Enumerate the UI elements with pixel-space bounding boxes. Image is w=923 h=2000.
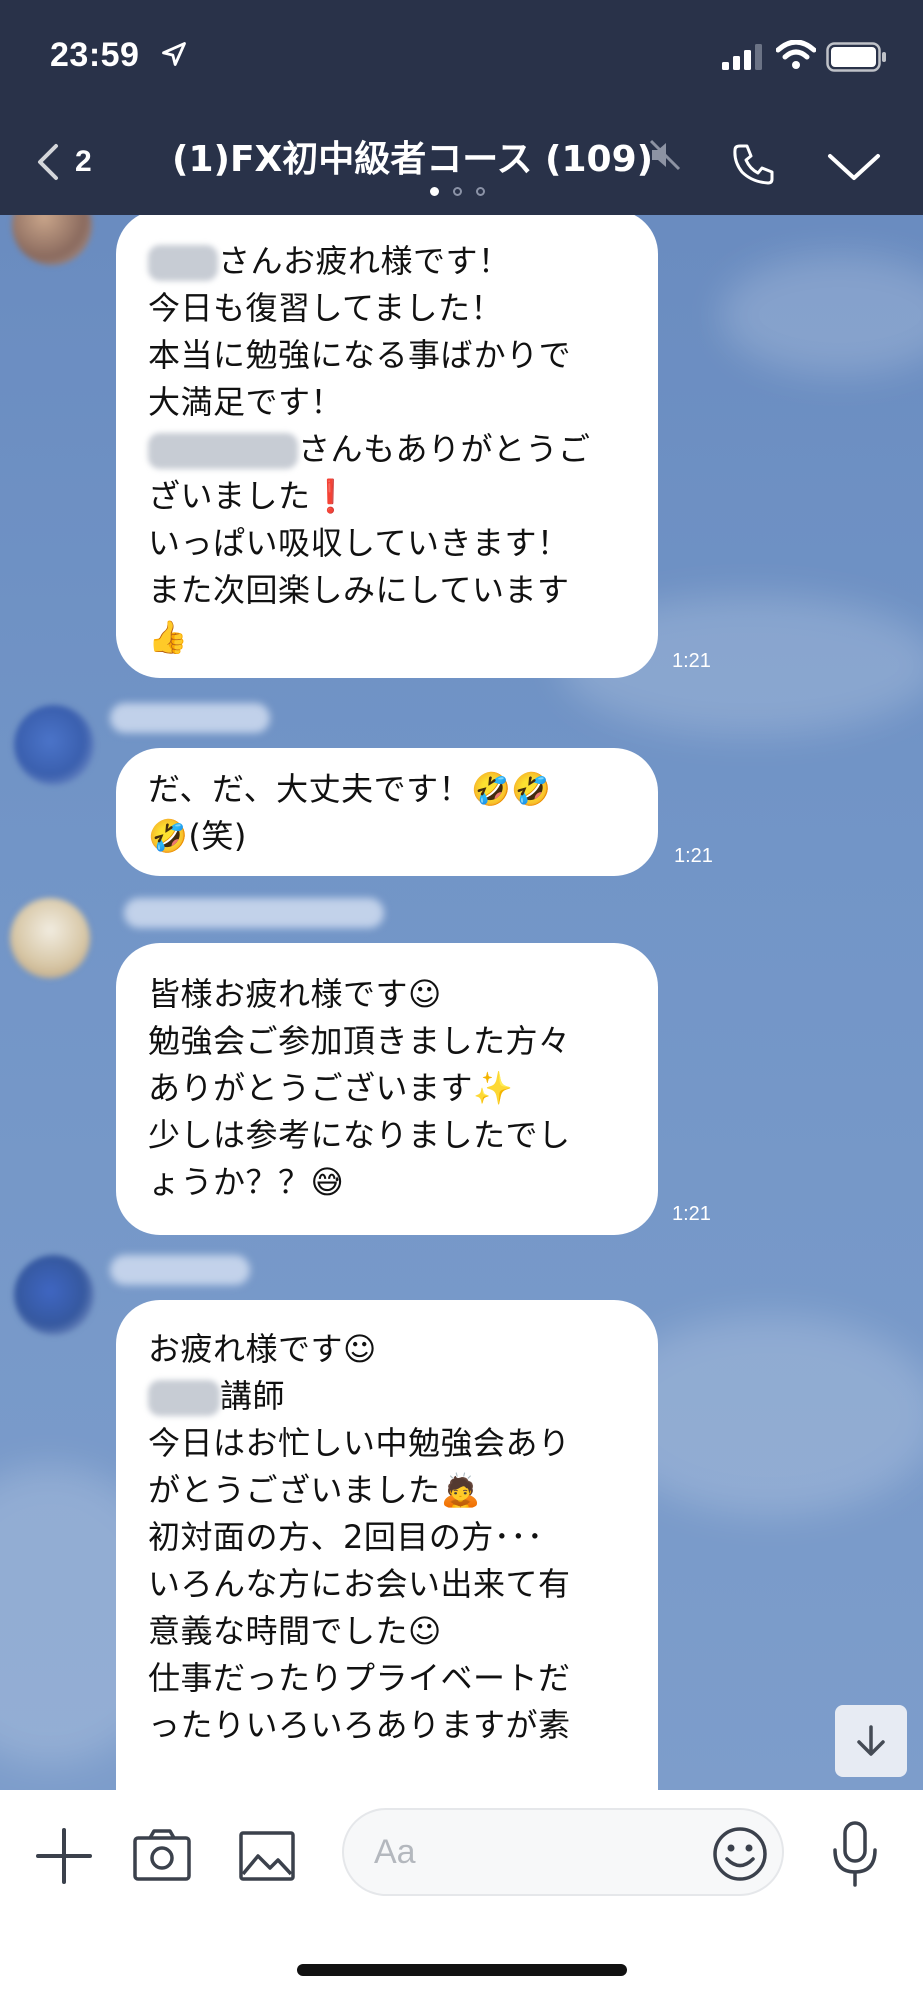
avatar[interactable] [14,1255,94,1335]
blurred-name [148,1380,220,1416]
message-line: だ、だ、大丈夫です！🤣🤣 [148,770,552,808]
page-dot [453,187,462,196]
page-dot-active [430,187,439,196]
location-arrow-icon [162,42,186,66]
message-line: また次回楽しみにしています [148,571,570,609]
message-line: 初対面の方、2回目の方･･･ [148,1518,544,1556]
chevron-down-icon[interactable] [826,150,882,184]
plus-icon[interactable] [36,1828,92,1884]
message-line: 仕事だったりプライベートだ [148,1659,571,1697]
sender-name [124,898,384,928]
signal-icon [722,44,762,70]
message-line: いっぱい吸収していきます！ [148,524,570,562]
message-line: さんもありがとうご [148,426,626,473]
message-line: 今日はお忙しい中勉強会あり [148,1424,571,1462]
message-line: 意義な時間でした☺ [148,1612,442,1650]
avatar[interactable] [10,898,90,978]
avatar[interactable] [14,705,94,785]
message-line: いろんな方にお会い出来て有 [148,1565,571,1603]
message-line: 大満足です！ [148,383,344,421]
message-time: 1:21 [674,845,713,867]
message-line: 講師 [148,1373,626,1420]
message-line: がとうございました🙇 [148,1471,481,1509]
chat-title[interactable]: (1)FX初中級者コース (109) [172,130,653,182]
blurred-name [148,245,218,281]
message-line: 少しは参考になりましたでし [148,1116,571,1154]
page-indicator [430,187,485,196]
message-line: ざいました❗ [148,477,351,515]
message-line: 👍 [148,618,189,656]
message-line: ったりいろいろありますが素 [148,1706,571,1744]
message-bubble: お疲れ様です☺ 講師 今日はお忙しい中勉強会あり がとうございました🙇 初対面の… [116,1300,658,1790]
mute-icon [649,139,681,171]
sender-name [110,1255,250,1285]
message-line: 勉強会ご参加頂きました方々 [148,1022,571,1060]
wifi-icon [776,40,816,69]
chat-message-list[interactable]: さんお疲れ様です！ 今日も復習してました！ 本当に勉強になる事ばかりで 大満足で… [0,215,923,1790]
avatar[interactable] [12,215,92,265]
message-line: さんお疲れ様です！ [148,238,626,285]
arrow-down-icon [857,1725,885,1756]
message-time: 1:21 [672,650,711,672]
message-time: 1:21 [672,1203,711,1225]
blurred-name [148,433,298,469]
page-dot [476,187,485,196]
camera-icon[interactable] [132,1828,192,1882]
message-bubble: 皆様お疲れ様です☺ 勉強会ご参加頂きました方々 ありがとうございます✨ 少しは参… [116,943,658,1235]
home-indicator[interactable] [297,1964,627,1976]
phone-icon[interactable] [730,140,778,188]
unread-count: 2 [75,145,92,178]
message-line: ょうか？？😅 [148,1163,345,1201]
message-line: 本当に勉強になる事ばかりで [148,336,572,374]
image-icon[interactable] [238,1830,296,1882]
status-time: 23:59 [50,36,140,74]
message-line: 皆様お疲れ様です☺ [148,975,442,1013]
background-cloud [720,255,923,375]
message-line: お疲れ様です☺ [148,1330,377,1368]
emoji-icon[interactable] [712,1826,768,1882]
message-bubble: さんお疲れ様です！ 今日も復習してました！ 本当に勉強になる事ばかりで 大満足で… [116,215,658,678]
chevron-left-icon [38,144,58,180]
message-bubble: だ、だ、大丈夫です！🤣🤣 🤣(笑) [116,748,658,876]
message-line: 🤣(笑) [148,817,247,855]
message-line: 今日も復習してました！ [148,289,503,327]
sender-name [110,703,270,733]
chat-header: 23:59 2 (1)FX初中級者コース (109) [0,0,923,215]
message-line: ありがとうございます✨ [148,1069,514,1107]
battery-icon [826,42,886,72]
microphone-icon[interactable] [830,1820,880,1888]
scroll-to-bottom-button[interactable] [835,1705,907,1777]
